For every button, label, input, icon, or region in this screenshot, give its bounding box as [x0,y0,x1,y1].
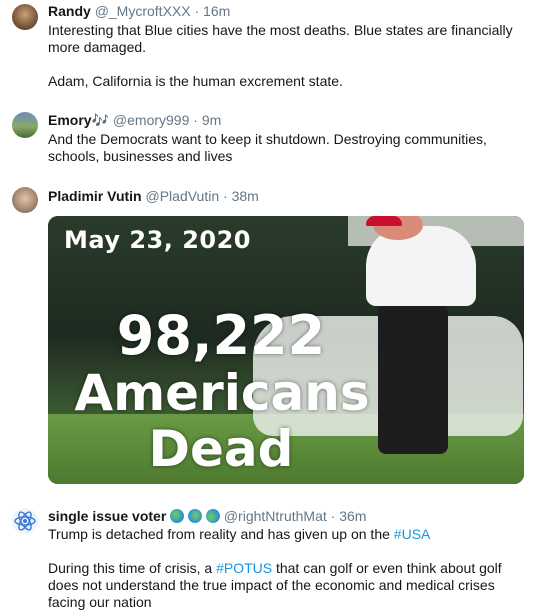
user-handle[interactable]: @_MycroftXXX [95,3,191,19]
globe-icon [205,509,220,523]
tweet-text: And the Democrats want to keep it shutdo… [48,131,487,164]
timestamp[interactable]: 16m [203,3,230,19]
tweet-text: Interesting that Blue cities have the mo… [48,22,513,55]
tweet-text: During this time of crisis, a #POTUS tha… [48,560,528,611]
timestamp[interactable]: 36m [339,508,366,524]
hashtag-link[interactable]: #USA [394,526,431,542]
avatar[interactable] [12,112,38,138]
avatar[interactable] [12,187,38,213]
separator: · [223,188,228,204]
media-date-text: May 23, 2020 [64,226,252,254]
user-handle[interactable]: @emory999 [113,112,189,128]
media-line3-text: Dead [148,420,294,478]
globe-icon [188,509,203,523]
timestamp[interactable]: 9m [202,112,221,128]
media-count-text: 98,222 [116,304,326,367]
user-name[interactable]: single issue voter [48,508,166,524]
user-name[interactable]: Emory [48,112,92,128]
user-handle[interactable]: @PladVutin [146,188,220,204]
timestamp[interactable]: 38m [232,188,259,204]
globe-icon [170,509,185,523]
avatar[interactable] [12,4,38,30]
music-note-icon: 🎶 [91,112,110,128]
separator: · [194,3,200,19]
media-line2-text: Americans [74,364,370,422]
text-segment: Trump is detached from reality and has g… [48,526,394,542]
user-name[interactable]: Pladimir Vutin [48,188,142,204]
separator: · [330,508,336,524]
text-segment: During this time of crisis, a [48,560,217,576]
user-handle[interactable]: @rightNtruthMat [224,508,327,524]
user-name[interactable]: Randy [48,3,91,19]
tweet-media-image[interactable]: May 23, 2020 98,222 Americans Dead [48,216,524,484]
atom-icon[interactable] [12,508,38,534]
tweet-text: Trump is detached from reality and has g… [48,526,528,543]
separator: · [193,112,198,128]
tweet-text: Adam, California is the human excrement … [48,73,343,89]
hashtag-link[interactable]: #POTUS [216,560,272,576]
